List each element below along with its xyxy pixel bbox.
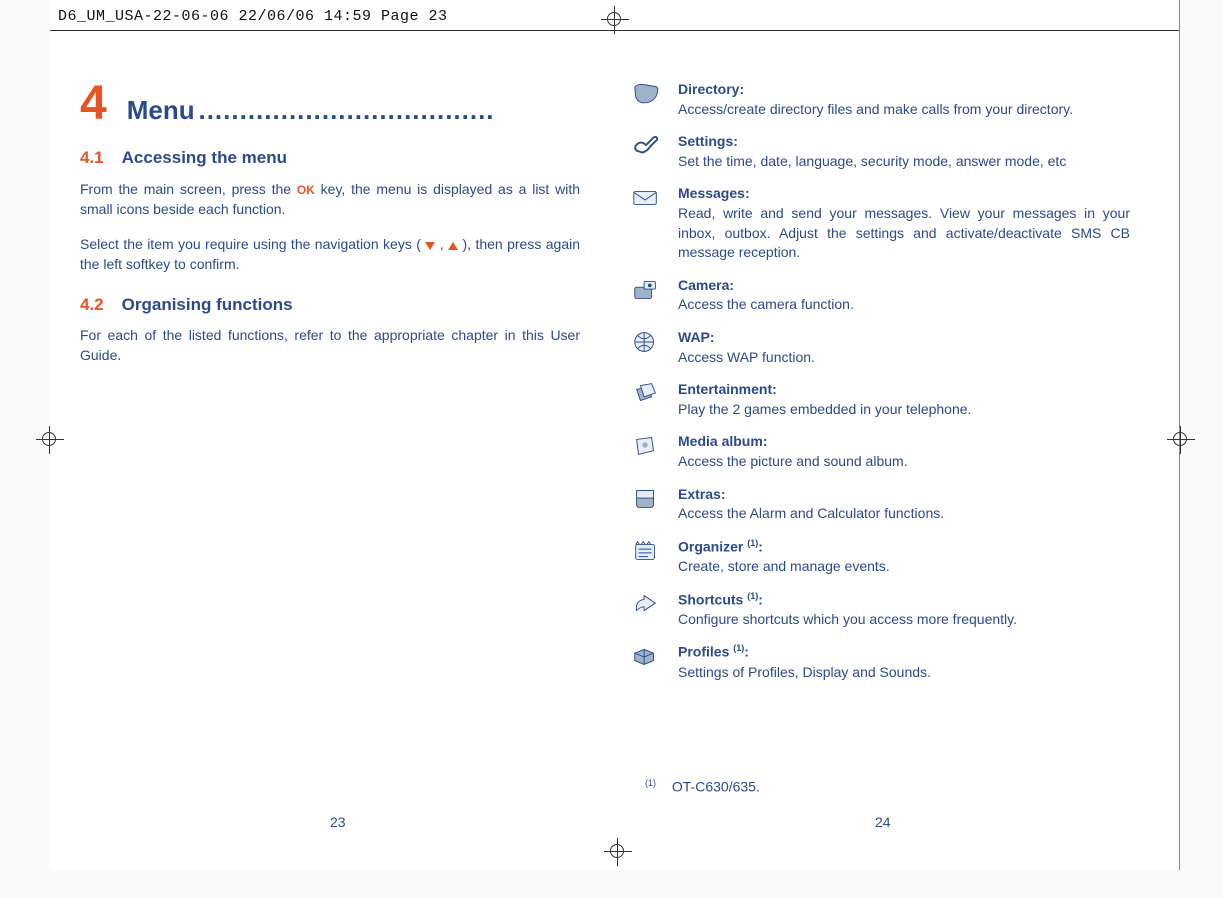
section-4-1-p1: From the main screen, press the OK key, …: [80, 180, 580, 219]
section-title: Accessing the menu: [122, 146, 287, 170]
function-item: Media album:Access the picture and sound…: [630, 432, 1130, 471]
function-item: Shortcuts (1):Configure shortcuts which …: [630, 590, 1130, 630]
function-item: Camera:Access the camera function.: [630, 276, 1130, 315]
chapter-dots: ....................................: [198, 95, 494, 125]
chapter-title: Menu: [127, 95, 195, 125]
chapter-heading: 4 Menu .................................…: [80, 80, 580, 128]
function-sup: (1): [747, 591, 758, 601]
function-item: Profiles (1):Settings of Profiles, Displ…: [630, 642, 1130, 682]
organizer-icon: [630, 537, 662, 565]
function-body: Entertainment:Play the 2 games embedded …: [678, 380, 1130, 419]
section-4-2-heading: 4.2 Organising functions: [80, 293, 580, 317]
function-desc: Create, store and manage events.: [678, 558, 890, 574]
shortcuts-icon: [630, 590, 662, 618]
profiles-icon: [630, 642, 662, 670]
function-title: WAP: [678, 329, 710, 345]
registration-mark-right: [1171, 430, 1191, 450]
footnote-marker: (1): [645, 778, 656, 788]
function-body: Directory:Access/create directory files …: [678, 80, 1130, 119]
function-title: Directory: [678, 81, 739, 97]
function-desc: Access the Alarm and Calculator function…: [678, 505, 944, 521]
extras-icon: [630, 485, 662, 513]
function-title: Settings: [678, 133, 733, 149]
function-item: Directory:Access/create directory files …: [630, 80, 1130, 119]
function-sup: (1): [747, 538, 758, 548]
right-column: Directory:Access/create directory files …: [630, 80, 1130, 682]
directory-icon: [630, 80, 662, 108]
function-item: Entertainment:Play the 2 games embedded …: [630, 380, 1130, 419]
function-desc: Access the picture and sound album.: [678, 453, 908, 469]
function-title: Profiles: [678, 644, 733, 660]
registration-mark-top: [605, 10, 625, 30]
function-item: WAP:Access WAP function.: [630, 328, 1130, 367]
entertainment-icon: [630, 380, 662, 408]
function-title: Extras: [678, 486, 721, 502]
section-4-1-heading: 4.1 Accessing the menu: [80, 146, 580, 170]
function-body: WAP:Access WAP function.: [678, 328, 1130, 367]
section-4-2-p1: For each of the listed functions, refer …: [80, 326, 580, 365]
section-title: Organising functions: [122, 293, 293, 317]
function-title: Messages: [678, 185, 745, 201]
function-desc: Settings of Profiles, Display and Sounds…: [678, 664, 931, 680]
ok-key-icon: OK: [297, 183, 315, 197]
function-title: Entertainment: [678, 381, 772, 397]
content-area: 4 Menu .................................…: [80, 80, 1160, 682]
function-desc: Access/create directory files and make c…: [678, 101, 1073, 117]
function-title: Media album: [678, 433, 763, 449]
function-body: Shortcuts (1):Configure shortcuts which …: [678, 590, 1130, 630]
function-body: Profiles (1):Settings of Profiles, Displ…: [678, 642, 1130, 682]
function-desc: Access the camera function.: [678, 296, 854, 312]
chapter-number: 4: [80, 80, 107, 128]
function-desc: Configure shortcuts which you access mor…: [678, 611, 1017, 627]
page-spread: D6_UM_USA-22-06-06 22/06/06 14:59 Page 2…: [50, 0, 1180, 870]
function-item: Messages:Read, write and send your messa…: [630, 184, 1130, 262]
registration-mark-left: [40, 430, 60, 450]
messages-icon: [630, 184, 662, 212]
function-body: Messages:Read, write and send your messa…: [678, 184, 1130, 262]
nav-down-icon: [425, 242, 435, 250]
nav-up-icon: [448, 242, 458, 250]
section-number: 4.1: [80, 146, 104, 170]
function-list: Directory:Access/create directory files …: [630, 80, 1130, 682]
function-desc: Read, write and send your messages. View…: [678, 205, 1130, 260]
function-body: Extras:Access the Alarm and Calculator f…: [678, 485, 1130, 524]
function-item: Settings:Set the time, date, language, s…: [630, 132, 1130, 171]
footnote-text: OT-C630/635.: [672, 779, 760, 795]
left-column: 4 Menu .................................…: [80, 80, 580, 682]
media-album-icon: [630, 432, 662, 460]
page-number-left: 23: [330, 814, 346, 830]
settings-icon: [630, 132, 662, 160]
function-title: Camera: [678, 277, 729, 293]
function-title: Shortcuts: [678, 591, 747, 607]
function-item: Organizer (1):Create, store and manage e…: [630, 537, 1130, 577]
print-header: D6_UM_USA-22-06-06 22/06/06 14:59 Page 2…: [58, 8, 448, 25]
function-body: Camera:Access the camera function.: [678, 276, 1130, 315]
section-number: 4.2: [80, 293, 104, 317]
function-body: Organizer (1):Create, store and manage e…: [678, 537, 1130, 577]
function-desc: Set the time, date, language, security m…: [678, 153, 1066, 169]
function-sup: (1): [733, 643, 744, 653]
camera-icon: [630, 276, 662, 304]
function-desc: Play the 2 games embedded in your teleph…: [678, 401, 971, 417]
function-item: Extras:Access the Alarm and Calculator f…: [630, 485, 1130, 524]
footnote: (1) OT-C630/635.: [645, 778, 760, 795]
function-title: Organizer: [678, 538, 747, 554]
section-4-1-p2: Select the item you require using the na…: [80, 235, 580, 274]
registration-mark-bottom: [608, 842, 628, 862]
page-number-right: 24: [875, 814, 891, 830]
function-desc: Access WAP function.: [678, 349, 815, 365]
wap-icon: [630, 328, 662, 356]
function-body: Settings:Set the time, date, language, s…: [678, 132, 1130, 171]
function-body: Media album:Access the picture and sound…: [678, 432, 1130, 471]
